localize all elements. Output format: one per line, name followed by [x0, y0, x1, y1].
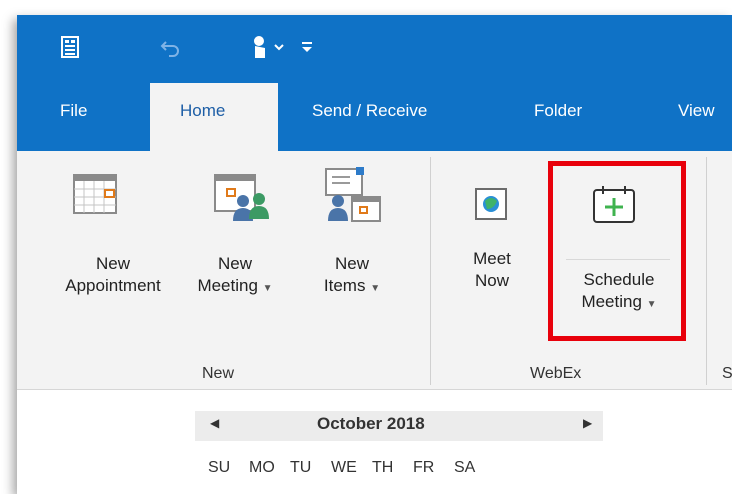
day-su: SU: [208, 459, 231, 476]
customize-qat-icon[interactable]: [300, 33, 314, 61]
calendar-pane: [17, 390, 732, 494]
group-label-new: New: [202, 365, 235, 382]
new-appointment-line1: New: [95, 254, 130, 273]
outlook-window: File Home Send / Receive Folder View New…: [17, 15, 732, 494]
send-receive-icon[interactable]: [60, 33, 82, 61]
day-we: WE: [331, 459, 357, 476]
dropdown-caret-icon: ▼: [262, 283, 273, 294]
weekday-header: SU MO TU WE TH FR SA: [208, 459, 495, 477]
tab-folder[interactable]: Folder: [534, 101, 582, 121]
tab-home[interactable]: Home: [150, 83, 278, 152]
title-bar: [17, 15, 732, 81]
highlight-box: [548, 161, 686, 341]
month-title: October 2018: [317, 414, 425, 433]
day-fr: FR: [413, 459, 435, 476]
group-label-webex: WebEx: [530, 365, 582, 382]
new-meeting-line1: New: [217, 254, 252, 273]
new-items-line2: Items: [323, 276, 366, 295]
undo-icon[interactable]: [160, 33, 182, 61]
new-meeting-button[interactable]: New Meeting ▼: [180, 253, 290, 300]
day-mo: MO: [249, 459, 275, 476]
new-items-button[interactable]: New Items ▼: [307, 253, 397, 300]
new-items-line1: New: [334, 254, 369, 273]
group-separator: [706, 157, 707, 385]
tab-file[interactable]: File: [60, 101, 87, 121]
tab-view[interactable]: View: [678, 101, 715, 121]
webex-icon: [474, 187, 508, 225]
meet-now-line1: Meet: [473, 249, 511, 268]
day-th: TH: [372, 459, 394, 476]
next-month-icon[interactable]: ▶: [583, 416, 592, 430]
tab-send-receive[interactable]: Send / Receive: [312, 101, 427, 121]
meet-now-button[interactable]: Meet Now: [457, 248, 527, 292]
meeting-icon: [213, 171, 271, 227]
dropdown-caret-icon: ▼: [370, 283, 381, 294]
calendar-icon: [72, 171, 118, 221]
prev-month-icon[interactable]: ◀: [210, 416, 219, 430]
day-tu: TU: [290, 459, 312, 476]
tab-home-label: Home: [180, 101, 226, 120]
new-meeting-line2: Meeting: [197, 276, 258, 295]
group-label-partial: S: [722, 365, 732, 382]
new-appointment-line2: Appointment: [65, 276, 161, 295]
group-separator: [430, 157, 431, 385]
new-items-icon: [322, 165, 384, 227]
touch-mode-icon[interactable]: [249, 33, 289, 61]
day-sa: SA: [454, 459, 476, 476]
new-appointment-button[interactable]: New Appointment: [47, 253, 179, 297]
meet-now-line2: Now: [474, 271, 509, 290]
